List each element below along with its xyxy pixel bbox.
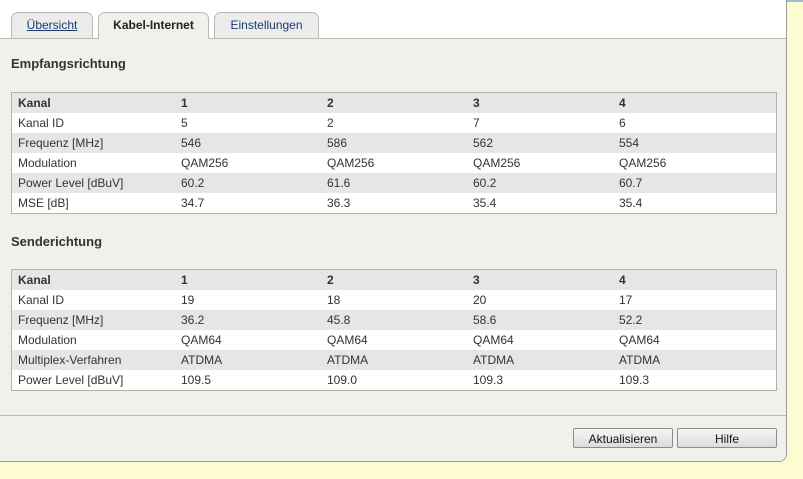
table-cell: 52.2 bbox=[619, 313, 643, 327]
table-row: MSE [dB] 34.7 36.3 35.4 35.4 bbox=[11, 193, 777, 214]
table-cell: QAM64 bbox=[327, 333, 368, 347]
row-label: Frequenz [MHz] bbox=[18, 136, 104, 150]
table-cell: 19 bbox=[181, 293, 195, 307]
header-cell: 1 bbox=[181, 96, 188, 110]
header-cell: 3 bbox=[473, 96, 480, 110]
tab-einstellungen[interactable]: Einstellungen bbox=[214, 12, 319, 38]
table-cell: 36.3 bbox=[327, 196, 351, 210]
header-cell: 4 bbox=[619, 96, 626, 110]
table-row: Frequenz [MHz] 546 586 562 554 bbox=[11, 133, 777, 153]
table-cell: QAM256 bbox=[327, 156, 375, 170]
table-cell: 35.4 bbox=[619, 196, 643, 210]
header-cell: 4 bbox=[619, 273, 626, 287]
upstream-title: Senderichtung bbox=[11, 234, 103, 249]
table-cell: 562 bbox=[473, 136, 494, 150]
row-label: Power Level [dBuV] bbox=[18, 176, 124, 190]
table-cell: QAM256 bbox=[619, 156, 667, 170]
upstream-table: Kanal 1 2 3 4 Kanal ID 19 18 20 17 Frequ… bbox=[11, 269, 777, 391]
tab-uebersicht[interactable]: Übersicht bbox=[11, 12, 93, 38]
row-label: Kanal ID bbox=[18, 116, 65, 130]
table-cell: 35.4 bbox=[473, 196, 497, 210]
table-cell: 546 bbox=[181, 136, 202, 150]
table-cell: ATDMA bbox=[473, 353, 515, 367]
table-cell: 18 bbox=[327, 293, 341, 307]
table-row: Kanal ID 5 2 7 6 bbox=[11, 113, 777, 133]
row-label: Modulation bbox=[18, 156, 77, 170]
tab-kabel-internet[interactable]: Kabel-Internet bbox=[98, 12, 209, 39]
table-cell: 58.6 bbox=[473, 313, 497, 327]
table-cell: QAM256 bbox=[473, 156, 521, 170]
table-row: Modulation QAM256 QAM256 QAM256 QAM256 bbox=[11, 153, 777, 173]
table-cell: 109.3 bbox=[473, 373, 504, 387]
row-label: Power Level [dBuV] bbox=[18, 373, 124, 387]
tab-content: Empfangsrichtung Kanal 1 2 3 4 Kanal ID … bbox=[0, 39, 786, 415]
table-cell: QAM64 bbox=[473, 333, 514, 347]
downstream-title: Empfangsrichtung bbox=[11, 56, 126, 71]
tab-kabel-internet-label: Kabel-Internet bbox=[113, 18, 194, 32]
row-label: Modulation bbox=[18, 333, 77, 347]
table-cell: QAM64 bbox=[181, 333, 222, 347]
table-cell: 6 bbox=[619, 116, 626, 130]
table-cell: QAM64 bbox=[619, 333, 660, 347]
table-row: Kanal ID 19 18 20 17 bbox=[11, 290, 777, 310]
table-header-row: Kanal 1 2 3 4 bbox=[11, 269, 777, 290]
table-row: Multiplex-Verfahren ATDMA ATDMA ATDMA AT… bbox=[11, 350, 777, 370]
tab-bar: Übersicht Kabel-Internet Einstellungen bbox=[0, 0, 786, 39]
table-cell: 7 bbox=[473, 116, 480, 130]
help-button[interactable]: Hilfe bbox=[677, 428, 777, 448]
table-cell: 109.0 bbox=[327, 373, 358, 387]
table-row: Power Level [dBuV] 60.2 61.6 60.2 60.7 bbox=[11, 173, 777, 193]
table-cell: 60.2 bbox=[473, 176, 497, 190]
row-label: MSE [dB] bbox=[18, 196, 69, 210]
table-cell: 60.2 bbox=[181, 176, 205, 190]
table-cell: 60.7 bbox=[619, 176, 643, 190]
table-row: Power Level [dBuV] 109.5 109.0 109.3 109… bbox=[11, 370, 777, 391]
table-cell: 109.3 bbox=[619, 373, 650, 387]
button-bar: Aktualisieren Hilfe bbox=[0, 415, 786, 461]
table-cell: 17 bbox=[619, 293, 633, 307]
table-header-row: Kanal 1 2 3 4 bbox=[11, 92, 777, 113]
table-cell: 20 bbox=[473, 293, 487, 307]
header-cell: 2 bbox=[327, 273, 334, 287]
header-cell: Kanal bbox=[18, 96, 51, 110]
main-panel: Übersicht Kabel-Internet Einstellungen E… bbox=[0, 0, 787, 462]
table-cell: QAM256 bbox=[181, 156, 229, 170]
table-cell: ATDMA bbox=[327, 353, 369, 367]
table-cell: 5 bbox=[181, 116, 188, 130]
header-cell: 2 bbox=[327, 96, 334, 110]
row-label: Multiplex-Verfahren bbox=[18, 353, 122, 367]
table-cell: 109.5 bbox=[181, 373, 212, 387]
table-cell: 45.8 bbox=[327, 313, 351, 327]
header-cell: Kanal bbox=[18, 273, 51, 287]
table-row: Frequenz [MHz] 36.2 45.8 58.6 52.2 bbox=[11, 310, 777, 330]
table-cell: 61.6 bbox=[327, 176, 351, 190]
header-cell: 1 bbox=[181, 273, 188, 287]
downstream-table: Kanal 1 2 3 4 Kanal ID 5 2 7 6 Frequenz … bbox=[11, 92, 777, 214]
table-cell: ATDMA bbox=[181, 353, 223, 367]
table-cell: 2 bbox=[327, 116, 334, 130]
table-cell: 34.7 bbox=[181, 196, 205, 210]
header-cell: 3 bbox=[473, 273, 480, 287]
table-cell: 554 bbox=[619, 136, 640, 150]
table-cell: 586 bbox=[327, 136, 348, 150]
tab-einstellungen-label: Einstellungen bbox=[230, 18, 303, 32]
table-cell: ATDMA bbox=[619, 353, 661, 367]
row-label: Frequenz [MHz] bbox=[18, 313, 104, 327]
row-label: Kanal ID bbox=[18, 293, 65, 307]
refresh-button[interactable]: Aktualisieren bbox=[573, 428, 673, 448]
table-row: Modulation QAM64 QAM64 QAM64 QAM64 bbox=[11, 330, 777, 350]
table-cell: 36.2 bbox=[181, 313, 205, 327]
tab-uebersicht-label: Übersicht bbox=[26, 18, 78, 32]
